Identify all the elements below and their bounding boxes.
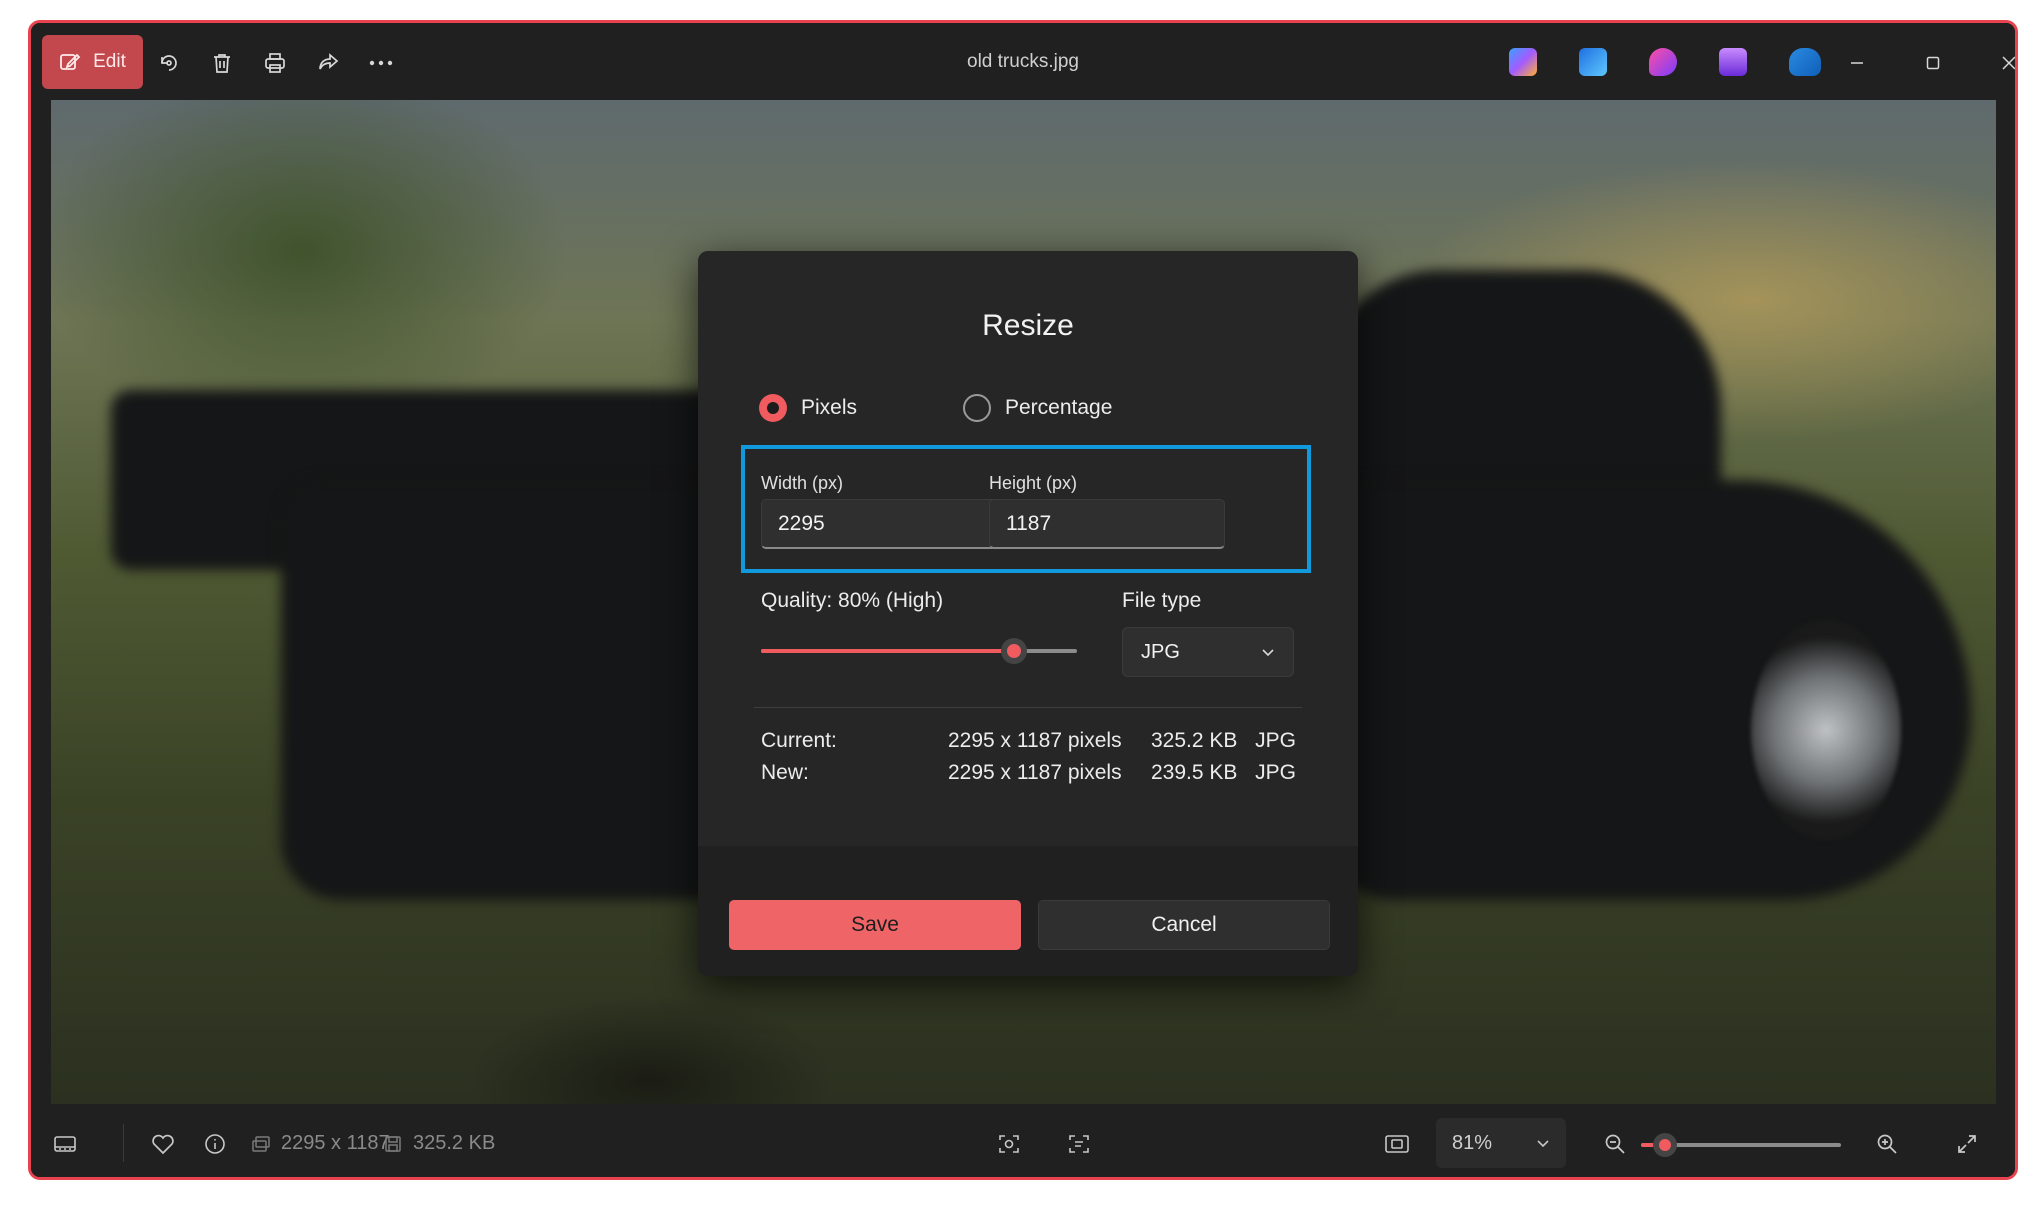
clipchamp-icon[interactable] [1649,48,1677,76]
new-size: 239.5 KB [1151,761,1238,784]
new-pixels: 2295 x 1187 pixels [948,761,1122,784]
pixels-radio-label: Pixels [801,396,858,419]
onedrive-icon[interactable] [1789,48,1821,76]
close-icon [2002,56,2015,70]
fit-to-window-icon[interactable] [1379,1126,1415,1162]
width-input[interactable]: 2295 [761,499,997,549]
close-button[interactable] [1989,45,2015,81]
zoom-value: 81% [1452,1131,1493,1154]
maximize-icon [1926,56,1940,70]
video-editor-icon[interactable] [1719,48,1747,76]
zoom-dropdown[interactable]: 81% [1436,1118,1566,1168]
image-dimensions: 2295 x 1187 [281,1132,390,1154]
filetype-select-value: JPG [1141,640,1180,663]
height-label: Height (px) [989,473,1078,493]
current-type: JPG [1255,729,1296,752]
image-size-icon [243,1126,279,1162]
quality-slider-thumb[interactable] [1000,638,1027,664]
fullscreen-icon[interactable] [1949,1126,1985,1162]
text-scan-icon[interactable] [1061,1126,1097,1162]
designer-icon[interactable] [1579,48,1607,76]
zoom-in-icon[interactable] [1869,1126,1905,1162]
window-title: old trucks.jpg [967,51,1079,72]
file-size: 325.2 KB [413,1132,496,1154]
filmstrip-icon[interactable] [47,1126,83,1162]
photo-wheel [1751,620,1901,840]
photos-window: Edit old trucks.jpg Resize Pixels Percen… [28,20,2018,1180]
current-pixels: 2295 x 1187 pixels [948,729,1122,752]
file-size-save-icon [375,1126,411,1162]
new-type: JPG [1255,761,1296,784]
title-bar: Edit old trucks.jpg [31,23,2015,100]
new-label: New: [761,761,809,784]
cancel-button[interactable]: Cancel [1038,900,1330,950]
quality-slider[interactable] [761,638,1077,664]
filetype-label: File type [1122,589,1202,612]
quality-label: Quality: 80% (High) [761,589,944,612]
current-size: 325.2 KB [1151,729,1238,752]
copilot-icon[interactable] [1509,48,1537,76]
chevron-down-icon [1537,1140,1549,1148]
minimize-icon [1851,62,1863,64]
bottom-divider [123,1124,124,1162]
current-label: Current: [761,729,837,752]
favorite-heart-icon[interactable] [145,1126,181,1162]
zoom-slider-thumb[interactable] [1653,1133,1677,1157]
radio-unselected-icon [963,394,991,422]
save-button[interactable]: Save [729,900,1021,950]
width-label: Width (px) [761,473,844,493]
dialog-title: Resize [982,309,1074,342]
info-icon[interactable] [197,1126,233,1162]
resize-dialog: Resize Pixels Percentage Width (px) 2295… [698,251,1358,976]
zoom-out-icon[interactable] [1597,1126,1633,1162]
dialog-divider [754,707,1302,708]
chevron-down-icon [1262,649,1274,657]
radio-selected-icon [759,394,787,422]
bottom-bar: 2295 x 1187 325.2 KB 81% [31,1104,2015,1177]
filetype-select[interactable]: JPG [1122,627,1294,677]
maximize-button[interactable] [1913,45,1953,81]
percentage-radio[interactable]: Percentage [963,394,1112,422]
minimize-button[interactable] [1837,45,1877,81]
zoom-slider[interactable] [1641,1133,1841,1157]
quality-slider-fill [761,649,1014,653]
height-input[interactable]: 1187 [989,499,1225,549]
visual-search-icon[interactable] [991,1126,1027,1162]
percentage-radio-label: Percentage [1005,396,1113,419]
pixels-radio[interactable]: Pixels [759,394,857,422]
dimensions-group: Width (px) 2295 Height (px) 1187 [741,445,1311,573]
